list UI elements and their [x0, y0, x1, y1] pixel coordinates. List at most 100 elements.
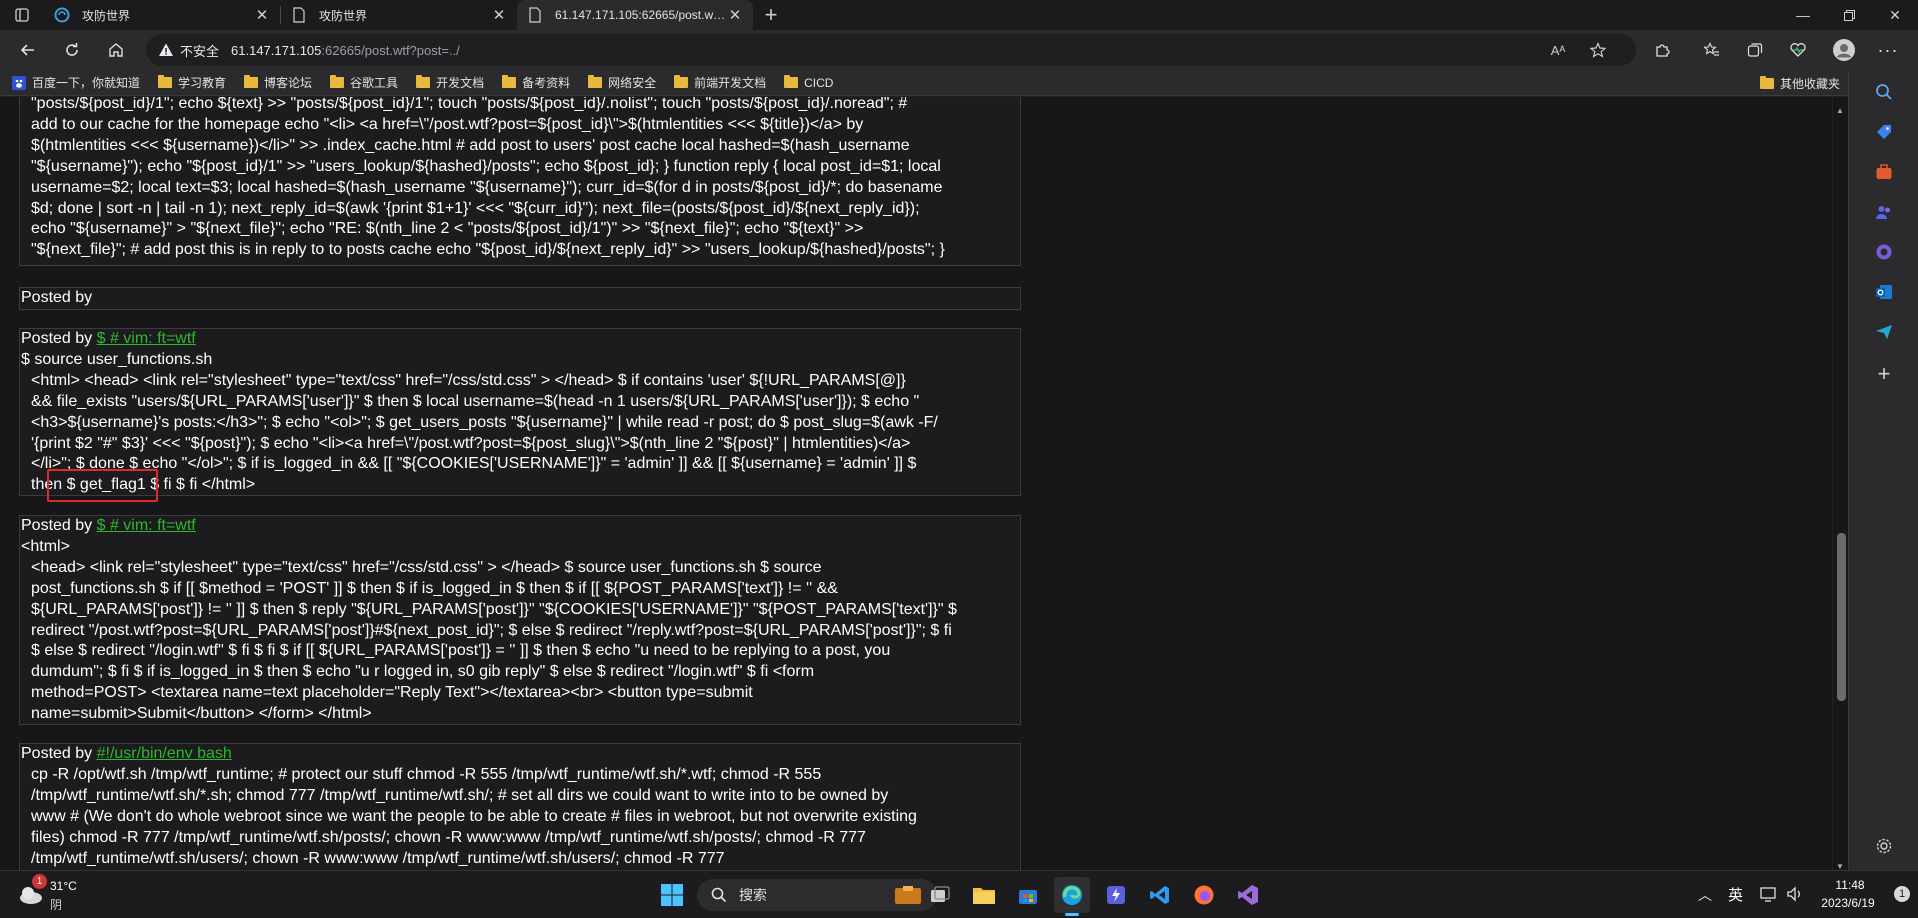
sidebar-settings-button[interactable]	[1872, 834, 1896, 858]
copilot-icon	[1876, 244, 1892, 260]
bookmark-label: 备考资料	[522, 76, 571, 90]
posted-by-label: Posted by	[21, 330, 93, 347]
people-icon	[1876, 206, 1890, 219]
post-card: "posts/${post_id}/1"; echo ${text} >> "p…	[19, 97, 1021, 266]
sidebar-outlook-button[interactable]	[1872, 280, 1896, 304]
home-button[interactable]	[94, 30, 138, 70]
minimize-button[interactable]: —	[1780, 0, 1826, 30]
ime-indicator[interactable]: 英	[1728, 884, 1743, 905]
sidebar-search-button[interactable]	[1872, 80, 1896, 104]
author-link[interactable]: $ # vim: ft=wtf	[97, 330, 196, 347]
code-line: files) chmod -R 777 /tmp/wtf_runtime/wtf…	[31, 828, 866, 846]
code-line: username=$2; local text=$3; local hashed…	[31, 178, 943, 196]
sidebar-send-button[interactable]	[1872, 320, 1896, 344]
scroll-down-icon[interactable]: ▼	[1836, 857, 1844, 870]
favorite-button[interactable]	[1580, 34, 1616, 66]
bookmark-label: 博客论坛	[264, 76, 313, 90]
address-bar[interactable]: 不安全 61.147.171.105:62665/post.wtf?post=.…	[146, 34, 1636, 66]
other-bookmarks-folder[interactable]: 其他收藏夹	[1759, 70, 1840, 96]
search-placeholder: 搜索	[739, 887, 767, 903]
code-line: /tmp/wtf_runtime/wtf.sh/users/; chown -R…	[31, 849, 725, 867]
task-view-icon	[931, 886, 950, 902]
bookmark-folder[interactable]: CICD	[784, 75, 833, 90]
sidebar-copilot-button[interactable]	[1872, 240, 1896, 264]
page-scrollbar[interactable]: ▲ ▼	[1832, 97, 1848, 870]
bookmark-folder[interactable]: 开发文档	[416, 74, 484, 91]
tab-close-icon[interactable]: ✕	[491, 6, 507, 24]
bookmark-label: 谷歌工具	[350, 76, 399, 90]
code-line: <html> <head> <link rel="stylesheet" typ…	[31, 371, 906, 389]
bookmark-folder[interactable]: 谷歌工具	[330, 74, 398, 91]
bookmark-folder[interactable]: 网络安全	[588, 74, 656, 91]
post-body: "posts/${post_id}/1"; echo ${text} >> "p…	[20, 97, 1020, 261]
refresh-button[interactable]	[50, 30, 94, 70]
task-view-button[interactable]	[922, 877, 958, 913]
tab-actions-button[interactable]	[0, 0, 44, 30]
browser-essentials-button[interactable]	[1778, 30, 1818, 70]
extensions-button[interactable]	[1642, 30, 1682, 70]
windows-taskbar: 1 31°C 阴 搜索 ︿ 英 11:48 2023/6/19 1	[0, 870, 1918, 918]
close-icon: ✕	[1889, 6, 1901, 23]
sidebar-shopping-button[interactable]	[1872, 120, 1896, 144]
post-header: Posted by #!/usr/bin/env bash	[20, 744, 1020, 765]
vscode-button[interactable]	[1142, 877, 1178, 913]
start-button[interactable]	[654, 877, 690, 913]
posted-by-label: Posted by	[21, 745, 93, 762]
author-link[interactable]: #!/usr/bin/env bash	[97, 745, 232, 762]
edge-button[interactable]	[1054, 877, 1090, 916]
scrollbar-thumb[interactable]	[1837, 533, 1846, 701]
weather-badge: 1	[32, 874, 47, 889]
network-icon[interactable]	[1760, 885, 1778, 908]
author-link[interactable]: $ # vim: ft=wtf	[97, 517, 196, 534]
favorites-button[interactable]	[1692, 30, 1732, 70]
code-line: $ source user_functions.sh	[21, 350, 213, 368]
firefox-button[interactable]	[1186, 877, 1222, 913]
bookmark-folder[interactable]: 前端开发文档	[674, 74, 766, 91]
close-window-button[interactable]: ✕	[1872, 0, 1918, 30]
tab-1[interactable]: 攻防世界 ✕	[44, 0, 280, 30]
weather-widget[interactable]: 1	[16, 874, 47, 909]
search-highlight-icon	[895, 886, 921, 904]
scroll-up-icon[interactable]: ▲	[1836, 101, 1844, 122]
taskbar-search[interactable]: 搜索	[697, 879, 937, 911]
collections-button[interactable]	[1735, 30, 1775, 70]
read-aloud-button[interactable]: Aᴬ	[1540, 34, 1576, 66]
new-tab-button[interactable]: +	[753, 0, 789, 30]
clock-date[interactable]: 2023/6/19	[1808, 896, 1888, 910]
sidebar-add-button[interactable]: +	[1872, 361, 1896, 386]
code-line: method=POST> <textarea name=text placeho…	[31, 684, 753, 702]
profile-button[interactable]	[1824, 30, 1864, 70]
url-text[interactable]: 61.147.171.105:62665/post.wtf?post=../	[231, 43, 460, 58]
bookmark-label: 学习教育	[178, 76, 227, 90]
tab-2[interactable]: 攻防世界 ✕	[281, 0, 517, 30]
code-line: ${URL_PARAMS['post']} != '' ]] $ then $ …	[31, 600, 957, 618]
tray-overflow-icon[interactable]: ︿	[1698, 885, 1712, 905]
clock-time[interactable]: 11:48	[1818, 878, 1882, 892]
settings-more-button[interactable]: ···	[1868, 30, 1908, 70]
bookmark-label: 百度一下，你就知道	[32, 76, 141, 90]
tab-3-active[interactable]: 61.147.171.105:62665/post.wtf?p ✕	[517, 0, 753, 30]
tab-close-icon[interactable]: ✕	[254, 6, 270, 24]
tab-close-icon[interactable]: ✕	[727, 6, 743, 24]
favorites-icon	[1704, 42, 1719, 56]
file-explorer-button[interactable]	[966, 877, 1002, 913]
volume-icon[interactable]	[1786, 885, 1804, 908]
bookmark-baidu[interactable]: 百度一下，你就知道	[12, 74, 140, 91]
sidebar-tools-button[interactable]	[1872, 160, 1896, 184]
bookmark-folder[interactable]: 博客论坛	[244, 74, 312, 91]
bookmark-folder[interactable]: 学习教育	[158, 74, 226, 91]
bookmark-label: 开发文档	[436, 76, 485, 90]
post-card: Posted by $ # vim: ft=wtf <html> <head> …	[19, 515, 1021, 725]
notification-badge[interactable]: 1	[1894, 886, 1910, 902]
security-indicator[interactable]: 不安全	[158, 41, 219, 60]
restore-button[interactable]	[1826, 0, 1872, 30]
visual-studio-button[interactable]	[1230, 877, 1266, 913]
sidebar-people-button[interactable]	[1872, 200, 1896, 224]
site-favicon-icon	[54, 7, 70, 23]
store-button[interactable]	[1010, 877, 1046, 913]
code-line: "${username}"); echo "${post_id}/1" >> "…	[31, 157, 941, 175]
app-button[interactable]	[1098, 877, 1134, 913]
back-button[interactable]	[6, 30, 50, 70]
bookmark-folder[interactable]: 备考资料	[502, 74, 570, 91]
code-line: <h3>${username}'s posts:</h3>"; $ echo "…	[31, 413, 938, 431]
